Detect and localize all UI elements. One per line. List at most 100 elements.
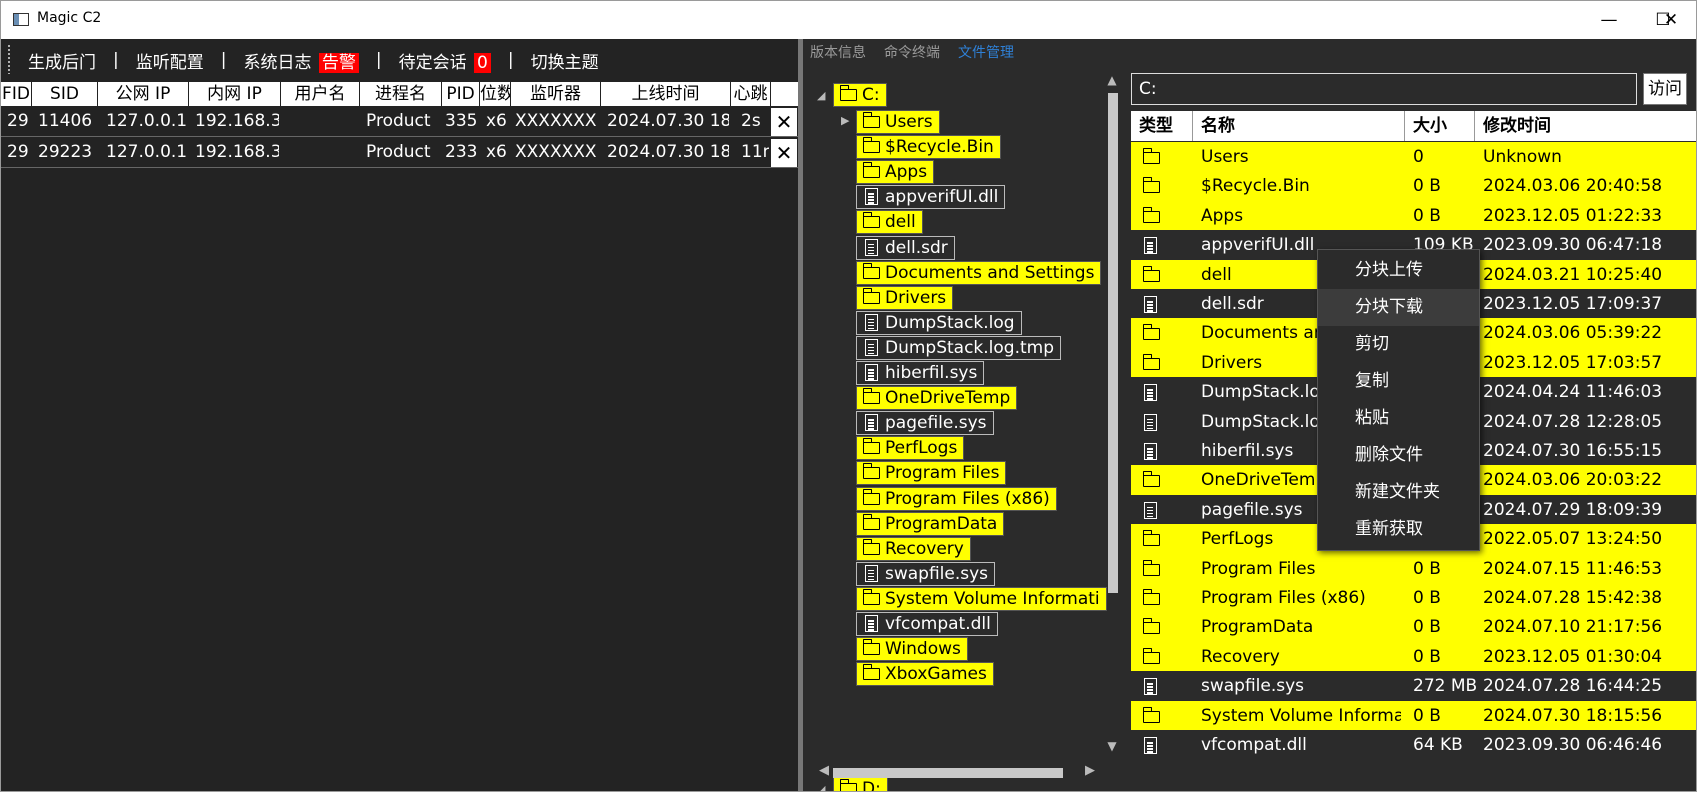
scroll-up-arrow-icon[interactable]: ▲: [1105, 73, 1119, 87]
tree-item-label: Recovery: [885, 538, 964, 559]
col-internal-ip[interactable]: 内网 IP: [189, 82, 281, 106]
tree-item[interactable]: OneDriveTemp: [856, 386, 1018, 411]
file-row[interactable]: System Volume Informa 0 B 2024.07.30 18:15…: [1131, 700, 1696, 732]
tree-horizontal-scrollbar[interactable]: ◀ ▶: [819, 763, 1099, 779]
ctx-paste[interactable]: 粘贴: [1318, 400, 1479, 437]
file-row[interactable]: Apps 0 B 2023.12.05 01:22:33: [1131, 200, 1696, 232]
tree-item[interactable]: Program Files (x86): [856, 486, 1057, 511]
session-row[interactable]: 29 29223 127.0.0.1 192.168.3 Product 233…: [1, 137, 798, 168]
tree-item[interactable]: pagefile.sys: [856, 411, 994, 436]
remove-session-button[interactable]: ✕: [771, 108, 797, 136]
menu-generate-backdoor[interactable]: 生成后门: [15, 48, 109, 73]
tree-item[interactable]: Windows: [856, 637, 968, 662]
expand-arrow-icon[interactable]: ▶: [841, 114, 849, 127]
tree-item[interactable]: PerfLogs: [856, 436, 965, 461]
scroll-thumb[interactable]: [1108, 93, 1118, 593]
menu-system-log[interactable]: 系统日志 告警: [230, 48, 371, 73]
menu-switch-theme[interactable]: 切换主题: [518, 48, 612, 73]
file-row[interactable]: ProgramData 0 B 2024.07.10 21:17:56: [1131, 612, 1696, 644]
cell-sid: 29223: [38, 142, 93, 162]
folder-icon: [1131, 260, 1191, 291]
close-button[interactable]: ✕: [1644, 1, 1696, 39]
scroll-down-arrow-icon[interactable]: ▼: [1105, 739, 1119, 753]
detail-tabs: 版本信息 命令终端 文件管理: [810, 42, 1014, 62]
tree-item[interactable]: DumpStack.log: [856, 310, 1022, 335]
tree-item[interactable]: dell.sdr: [856, 235, 955, 260]
file-row[interactable]: $Recycle.Bin 0 B 2024.03.06 20:40:58: [1131, 171, 1696, 203]
ctx-refresh[interactable]: 重新获取: [1318, 511, 1479, 548]
tree-item[interactable]: Apps: [856, 160, 935, 185]
scroll-left-arrow-icon[interactable]: ◀: [819, 763, 829, 778]
col-public-ip[interactable]: 公网 IP: [98, 82, 189, 106]
col-type[interactable]: 类型: [1131, 111, 1193, 141]
minimize-button[interactable]: —: [1582, 1, 1636, 39]
ctx-new-folder[interactable]: 新建文件夹: [1318, 474, 1479, 511]
tree-vertical-scrollbar[interactable]: ▲ ▼: [1105, 73, 1119, 753]
file-modified: 2024.07.15 11:46:53: [1483, 558, 1663, 579]
tab-version-info[interactable]: 版本信息: [810, 42, 866, 62]
tree-item[interactable]: ProgramData: [856, 511, 1005, 536]
col-online-time[interactable]: 上线时间: [601, 82, 731, 106]
folder-icon: [857, 537, 885, 561]
ctx-copy[interactable]: 复制: [1318, 363, 1479, 400]
tab-command-terminal[interactable]: 命令终端: [884, 42, 940, 62]
file-row[interactable]: vfcompat.dll 64 KB 2023.09.30 06:46:46: [1131, 730, 1696, 761]
remove-session-button[interactable]: ✕: [771, 139, 797, 167]
col-process[interactable]: 进程名: [360, 82, 442, 106]
visit-button[interactable]: 访问: [1643, 73, 1687, 105]
file-row[interactable]: Program Files 0 B 2024.07.15 11:46:53: [1131, 553, 1696, 585]
file-name: Users: [1201, 147, 1249, 167]
col-heartbeat[interactable]: 心跳: [731, 82, 771, 106]
file-name: Recovery: [1201, 646, 1280, 667]
tree-item[interactable]: $Recycle.Bin: [856, 135, 1001, 160]
folder-icon: [1131, 465, 1191, 496]
toolbar-grip-icon[interactable]: [7, 44, 12, 74]
path-input[interactable]: [1131, 73, 1637, 105]
col-pid[interactable]: PID: [442, 82, 480, 106]
file-row[interactable]: Program Files (x86) 0 B 2024.07.28 15:42:3…: [1131, 583, 1696, 614]
tree-item[interactable]: vfcompat.dll: [856, 612, 998, 636]
cell-pid: 335: [445, 111, 478, 131]
collapse-arrow-icon[interactable]: ◢: [817, 89, 825, 102]
tree-item[interactable]: dell: [856, 210, 923, 235]
tree-item[interactable]: hiberfil.sys: [856, 361, 985, 385]
ctx-delete-file[interactable]: 删除文件: [1318, 437, 1479, 474]
folder-icon: [857, 110, 885, 134]
col-name[interactable]: 名称: [1193, 111, 1405, 141]
tree-item[interactable]: Users: [856, 110, 940, 134]
col-modified[interactable]: 修改时间: [1475, 111, 1696, 141]
col-size[interactable]: 大小: [1405, 111, 1475, 141]
file-row[interactable]: swapfile.sys 272 MB 2024.07.28 16:44:25: [1131, 671, 1696, 703]
tree-item[interactable]: Documents and Settings: [856, 260, 1102, 285]
collapse-arrow-icon[interactable]: ◢: [817, 783, 825, 791]
tree-root-d[interactable]: D:: [833, 777, 888, 791]
tree-root-c[interactable]: C:: [833, 83, 887, 107]
tree-item[interactable]: Drivers: [856, 285, 954, 310]
session-row[interactable]: 29 11406 127.0.0.1 192.168.3 Product 335…: [1, 106, 798, 137]
tree-item[interactable]: XboxGames: [856, 662, 994, 687]
ctx-chunk-upload[interactable]: 分块上传: [1318, 252, 1479, 289]
cell-arch: x6: [486, 111, 507, 131]
col-fid[interactable]: FID: [1, 82, 32, 106]
menu-pending-sessions[interactable]: 待定会话 0: [386, 48, 504, 73]
tab-file-manager[interactable]: 文件管理: [958, 42, 1014, 62]
tree-item[interactable]: Program Files: [856, 461, 1007, 486]
scroll-right-arrow-icon[interactable]: ▶: [1085, 763, 1095, 778]
file-row[interactable]: Recovery 0 B 2023.12.05 01:30:04: [1131, 641, 1696, 673]
scroll-thumb[interactable]: [833, 768, 1063, 778]
tree-item[interactable]: DumpStack.log.tmp: [856, 335, 1062, 360]
file-row[interactable]: Users 0 Unknown: [1131, 142, 1696, 173]
menu-listener-config[interactable]: 监听配置: [123, 48, 217, 73]
alert-badge[interactable]: 告警: [318, 52, 359, 73]
ctx-chunk-download[interactable]: 分块下载: [1318, 289, 1479, 326]
col-sid[interactable]: SID: [32, 82, 98, 106]
tree-item[interactable]: Recovery: [856, 536, 971, 561]
col-username[interactable]: 用户名: [281, 82, 360, 106]
tree-item[interactable]: swapfile.sys: [856, 561, 996, 586]
file-size: 272 MB: [1413, 676, 1478, 697]
col-arch[interactable]: 位数: [480, 82, 511, 106]
ctx-cut[interactable]: 剪切: [1318, 326, 1479, 363]
tree-item[interactable]: System Volume Informati: [856, 586, 1107, 611]
col-listener[interactable]: 监听器: [511, 82, 601, 106]
tree-item[interactable]: appverifUI.dll: [856, 185, 1006, 210]
